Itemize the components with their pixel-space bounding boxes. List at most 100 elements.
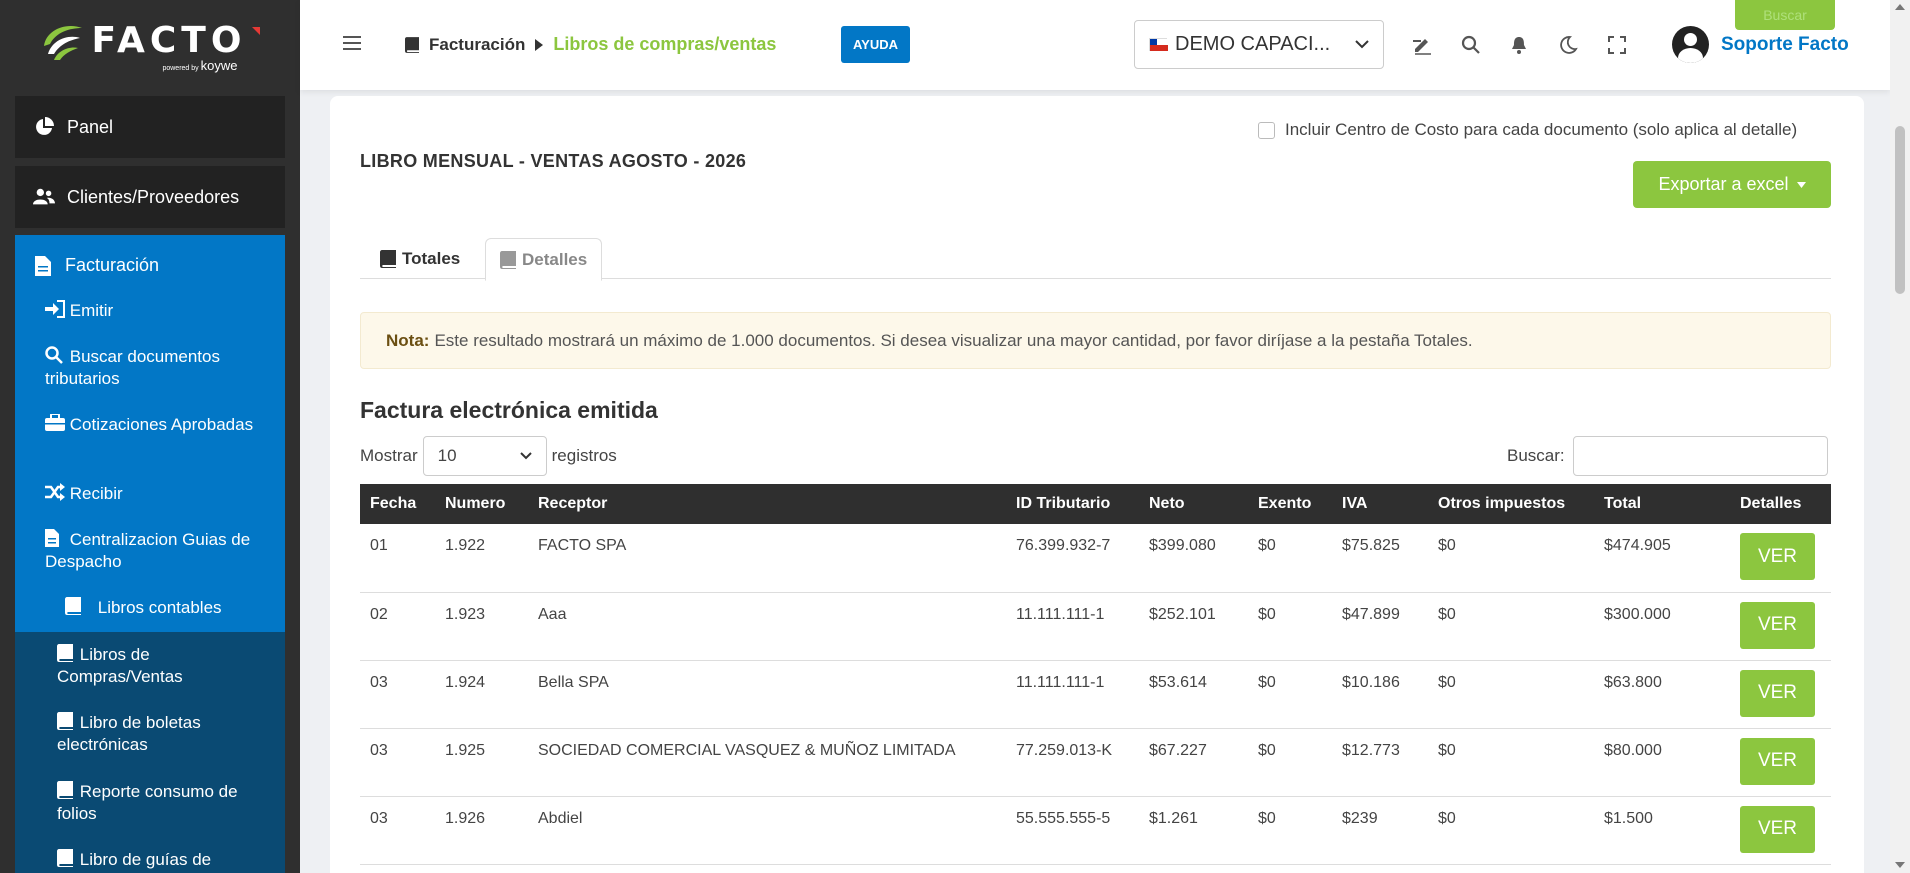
logo-sub: powered by koywe bbox=[162, 57, 238, 73]
col-total[interactable]: Total bbox=[1594, 484, 1730, 524]
cell-total: $63.800 bbox=[1594, 660, 1730, 729]
logo[interactable]: FACTO powered by koywe bbox=[0, 0, 300, 92]
sidebar-item-emitir[interactable]: Emitir bbox=[45, 300, 255, 322]
cell-fecha: 01 bbox=[360, 524, 435, 593]
scroll-thumb[interactable] bbox=[1895, 126, 1905, 294]
cell-exento: $0 bbox=[1248, 796, 1332, 865]
col-iva[interactable]: IVA bbox=[1332, 484, 1428, 524]
ver-button[interactable]: VER bbox=[1740, 669, 1815, 717]
book-icon bbox=[380, 250, 396, 268]
note-alert: Nota: Este resultado mostrará un máximo … bbox=[360, 312, 1831, 369]
cell-receptor: SOCIEDAD COMERCIAL VASQUEZ & MUÑOZ LIMIT… bbox=[528, 728, 1006, 797]
logo-text: FACTO bbox=[91, 20, 247, 61]
scroll-up-icon[interactable] bbox=[1895, 4, 1905, 10]
col-otros-impuestos[interactable]: Otros impuestos bbox=[1428, 484, 1594, 524]
book-icon bbox=[57, 712, 75, 730]
centro-costo-checkbox[interactable] bbox=[1258, 121, 1275, 139]
sidebar-item-clientes[interactable]: Clientes/Proveedores bbox=[15, 166, 285, 228]
cell-receptor: Abdiel bbox=[528, 796, 1006, 865]
page-scrollbar[interactable] bbox=[1890, 0, 1910, 873]
sidebar-item-reporte-folios[interactable]: Reporte consumo de folios bbox=[57, 781, 257, 825]
col-exento[interactable]: Exento bbox=[1248, 484, 1332, 524]
cell-numero: 1.924 bbox=[435, 660, 528, 729]
search-icon bbox=[45, 346, 65, 364]
table-search-input[interactable] bbox=[1572, 436, 1828, 476]
cell-numero: 1.922 bbox=[435, 524, 528, 593]
page-length-select[interactable]: 10 bbox=[422, 436, 547, 476]
page-length-control: Mostrar 10 registros bbox=[360, 436, 617, 476]
cell-id: 76.399.932-7 bbox=[1006, 524, 1139, 593]
book-icon bbox=[57, 644, 75, 662]
table-row: 03 1.924 Bella SPA 11.111.111-1 $53.614 … bbox=[360, 660, 1831, 729]
col-detalles[interactable]: Detalles bbox=[1730, 484, 1831, 524]
briefcase-icon bbox=[45, 413, 65, 432]
moon-icon[interactable] bbox=[1558, 35, 1578, 55]
sign-in-icon bbox=[45, 300, 65, 318]
col-id-tributario[interactable]: ID Tributario bbox=[1006, 484, 1139, 524]
user-menu[interactable]: Soporte Facto bbox=[1672, 26, 1849, 63]
signature-icon[interactable] bbox=[1413, 35, 1433, 55]
sidebar-item-libro-boletas[interactable]: Libro de boletas electrónicas bbox=[57, 712, 257, 756]
cell-detalles: VER bbox=[1730, 796, 1831, 865]
sidebar-item-facturacion[interactable]: Facturación bbox=[15, 235, 285, 276]
centro-costo-option[interactable]: Incluir Centro de Costo para cada docume… bbox=[1258, 120, 1797, 140]
fullscreen-icon[interactable] bbox=[1607, 35, 1627, 55]
file-icon bbox=[45, 529, 65, 547]
cell-iva: $10.186 bbox=[1332, 660, 1428, 729]
cell-otros: $0 bbox=[1428, 660, 1594, 729]
table-row: 03 1.926 Abdiel 55.555.555-5 $1.261 $0 $… bbox=[360, 796, 1831, 865]
sidebar-item-recibir[interactable]: Recibir bbox=[45, 483, 255, 505]
bell-icon[interactable] bbox=[1509, 35, 1529, 55]
documents-table: Fecha Numero Receptor ID Tributario Neto… bbox=[360, 484, 1831, 865]
sidebar-item-buscar-documentos[interactable]: Buscar documentos tributarios bbox=[45, 346, 255, 390]
sidebar-item-panel[interactable]: Panel bbox=[15, 96, 285, 158]
caret-down-icon bbox=[1796, 181, 1806, 188]
export-excel-button[interactable]: Exportar a excel bbox=[1633, 161, 1831, 208]
scroll-down-icon[interactable] bbox=[1895, 862, 1905, 868]
ver-button[interactable]: VER bbox=[1740, 533, 1815, 580]
caret-right-icon bbox=[535, 38, 544, 51]
sidebar-item-libro-guias[interactable]: Libro de guías de bbox=[57, 849, 257, 871]
cell-fecha: 03 bbox=[360, 728, 435, 797]
ver-button[interactable]: VER bbox=[1740, 601, 1815, 649]
logo-mark-icon bbox=[43, 25, 82, 60]
ver-button[interactable]: VER bbox=[1740, 805, 1815, 853]
cell-total: $80.000 bbox=[1594, 728, 1730, 797]
chevron-down-icon bbox=[519, 452, 532, 460]
menu-icon[interactable] bbox=[343, 36, 361, 50]
ayuda-button[interactable]: AYUDA bbox=[841, 26, 910, 63]
sidebar-item-centralizacion[interactable]: Centralizacion Guias de Despacho bbox=[45, 529, 255, 573]
cell-iva: $75.825 bbox=[1332, 524, 1428, 593]
note-label: Nota: bbox=[386, 330, 430, 350]
page-title: LIBRO MENSUAL - VENTAS AGOSTO - 2026 bbox=[360, 151, 747, 171]
col-fecha[interactable]: Fecha bbox=[360, 484, 435, 524]
search-icon[interactable] bbox=[1461, 35, 1481, 55]
tab-totales[interactable]: Totales bbox=[366, 238, 474, 280]
sidebar-item-libros-contables[interactable]: Libros contables bbox=[65, 597, 275, 619]
cell-exento: $0 bbox=[1248, 660, 1332, 729]
file-icon bbox=[35, 255, 51, 276]
cell-fecha: 03 bbox=[360, 796, 435, 865]
sidebar-item-cotizaciones[interactable]: Cotizaciones Aprobadas bbox=[45, 413, 255, 436]
chile-flag-icon bbox=[1149, 38, 1168, 51]
cell-exento: $0 bbox=[1248, 524, 1332, 593]
cell-neto: $53.614 bbox=[1139, 660, 1248, 729]
checkbox-label: Incluir Centro de Costo para cada docume… bbox=[1285, 120, 1798, 139]
cell-exento: $0 bbox=[1248, 592, 1332, 661]
note-text: Este resultado mostrará un máximo de 1.0… bbox=[434, 330, 1473, 350]
breadcrumb-parent[interactable]: Facturación bbox=[429, 35, 525, 55]
cell-neto: $252.101 bbox=[1139, 592, 1248, 661]
cell-otros: $0 bbox=[1428, 728, 1594, 797]
col-neto[interactable]: Neto bbox=[1139, 484, 1248, 524]
cell-detalles: VER bbox=[1730, 524, 1831, 593]
sidebar-item-libros-compras-ventas[interactable]: Libros de Compras/Ventas bbox=[57, 644, 257, 688]
tab-detalles[interactable]: Detalles bbox=[485, 238, 603, 281]
shuffle-icon bbox=[45, 483, 65, 501]
col-numero[interactable]: Numero bbox=[435, 484, 528, 524]
sidebar: FACTO powered by koywe Panel Clientes/Pro… bbox=[0, 0, 300, 873]
ver-button[interactable]: VER bbox=[1740, 737, 1815, 785]
company-selector[interactable]: DEMO CAPACI... bbox=[1134, 20, 1384, 69]
table-header-row: Fecha Numero Receptor ID Tributario Neto… bbox=[360, 484, 1831, 524]
tabs: Totales Detalles bbox=[360, 238, 1831, 281]
col-receptor[interactable]: Receptor bbox=[528, 484, 1006, 524]
